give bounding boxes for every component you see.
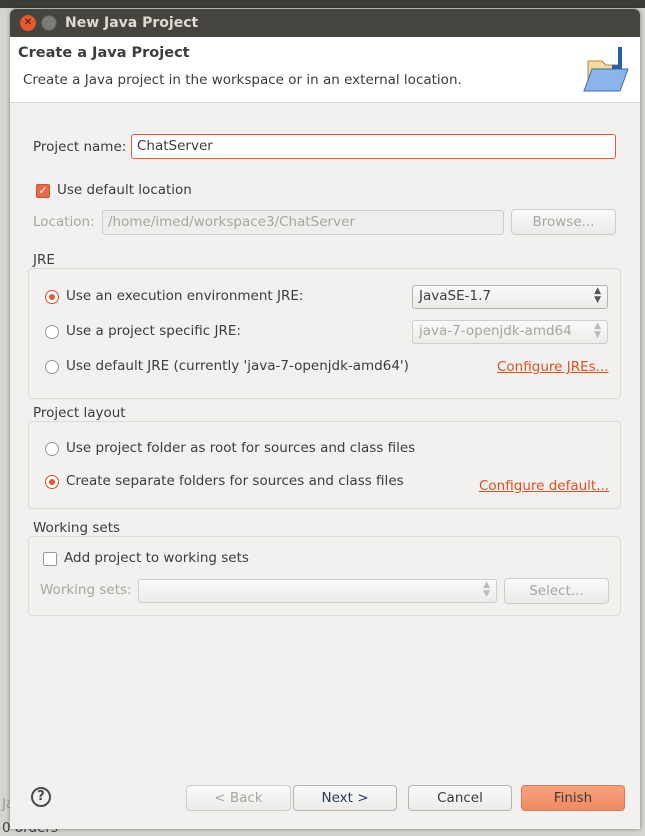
maximize-button[interactable]: [41, 15, 57, 31]
project-specific-jre-label: Use a project specific JRE:: [66, 323, 241, 339]
cancel-button[interactable]: Cancel: [408, 785, 512, 811]
close-button[interactable]: ✕: [20, 15, 36, 31]
configure-default-link[interactable]: Configure default...: [479, 478, 609, 494]
working-sets-combo[interactable]: ▲ ▼: [138, 579, 497, 603]
wizard-header: Create a Java Project Create a Java proj…: [10, 37, 640, 103]
select-working-sets-button[interactable]: Select...: [504, 578, 609, 604]
title-bar: ✕ New Java Project: [10, 9, 640, 37]
location-input[interactable]: /home/imed/workspace3/ChatServer: [102, 210, 504, 235]
combo-value: java-7-openjdk-amd64: [419, 323, 572, 339]
finish-button[interactable]: Finish: [521, 785, 625, 811]
working-sets-field-label: Working sets:: [40, 582, 132, 598]
add-to-working-sets-label: Add project to working sets: [64, 550, 249, 566]
folder-as-root-radio[interactable]: [45, 442, 59, 456]
background-top-bar: [0, 0, 645, 8]
execution-environment-label: Use an execution environment JRE:: [66, 288, 304, 304]
execution-environment-radio[interactable]: [45, 290, 59, 304]
browse-button[interactable]: Browse...: [511, 209, 616, 235]
execution-environment-combo[interactable]: JavaSE-1.7 ▲ ▼: [412, 285, 608, 309]
location-label: Location:: [33, 214, 95, 230]
use-default-location-label: Use default location: [57, 182, 192, 198]
window-title: New Java Project: [65, 15, 199, 31]
updown-arrows-icon: ▲ ▼: [594, 321, 601, 340]
project-name-label: Project name:: [33, 139, 127, 155]
updown-arrows-icon: ▲ ▼: [483, 580, 490, 599]
updown-arrows-icon: ▲ ▼: [594, 286, 601, 305]
new-java-project-dialog: ✕ New Java Project Create a Java Project…: [10, 9, 640, 829]
working-sets-group-label: Working sets: [33, 520, 121, 536]
configure-jres-link[interactable]: Configure JREs...: [497, 359, 609, 375]
page-description: Create a Java project in the workspace o…: [23, 72, 462, 88]
default-jre-radio[interactable]: [45, 360, 59, 374]
next-button[interactable]: Next >: [293, 785, 397, 811]
working-sets-group: [28, 536, 621, 616]
java-folder-icon: [583, 47, 629, 92]
combo-value: JavaSE-1.7: [419, 288, 491, 304]
default-jre-label: Use default JRE (currently 'java-7-openj…: [66, 358, 409, 374]
project-name-input[interactable]: ChatServer: [131, 134, 616, 159]
use-default-location-checkbox[interactable]: ✓: [36, 184, 50, 198]
jre-group-label: JRE: [33, 252, 55, 268]
folder-as-root-label: Use project folder as root for sources a…: [66, 440, 416, 456]
separate-folders-label: Create separate folders for sources and …: [66, 473, 404, 489]
page-title: Create a Java Project: [18, 45, 190, 61]
project-specific-jre-combo[interactable]: java-7-openjdk-amd64 ▲ ▼: [412, 320, 608, 344]
project-specific-jre-radio[interactable]: [45, 325, 59, 339]
project-layout-label: Project layout: [33, 405, 126, 421]
add-to-working-sets-checkbox[interactable]: [43, 552, 57, 566]
separate-folders-radio[interactable]: [45, 475, 59, 489]
project-layout-group: [28, 421, 621, 509]
back-button[interactable]: < Back: [186, 785, 291, 811]
help-icon[interactable]: ?: [31, 787, 51, 807]
